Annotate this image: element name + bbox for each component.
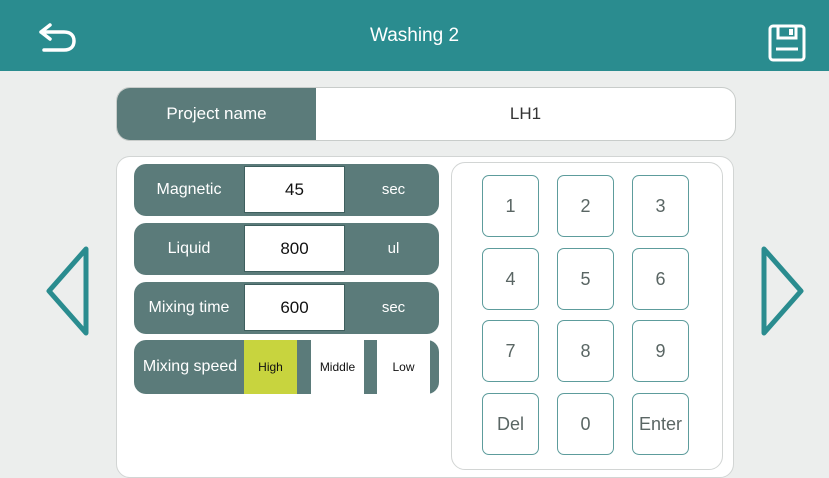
project-name-label: Project name xyxy=(117,88,316,140)
next-page-button[interactable] xyxy=(758,244,808,338)
key-4[interactable]: 4 xyxy=(482,248,539,310)
page-title: Washing 2 xyxy=(369,25,460,46)
chevron-right-icon xyxy=(761,246,804,336)
magnetic-row: Magnetic 45 sec xyxy=(134,164,439,216)
back-arrow-icon xyxy=(39,23,76,52)
mixing-time-label: Mixing time xyxy=(148,299,230,316)
speed-middle-button[interactable]: Middle xyxy=(311,340,364,394)
liquid-input[interactable]: 800 xyxy=(244,225,345,272)
previous-page-button[interactable] xyxy=(42,244,92,338)
speed-low-button[interactable]: Low xyxy=(377,340,430,394)
speed-high-button[interactable]: High xyxy=(244,340,297,394)
key-8[interactable]: 8 xyxy=(557,320,614,382)
key-9[interactable]: 9 xyxy=(632,320,689,382)
mixing-time-unit: sec xyxy=(381,299,406,316)
mixing-speed-row: Mixing speed High Middle Low xyxy=(134,340,439,394)
liquid-row: Liquid 800 ul xyxy=(134,223,439,275)
magnetic-label: Magnetic xyxy=(156,181,222,198)
liquid-unit: ul xyxy=(387,240,400,257)
back-button[interactable] xyxy=(38,23,84,53)
key-del[interactable]: Del xyxy=(482,393,539,455)
save-button[interactable] xyxy=(768,24,806,62)
magnetic-input[interactable]: 45 xyxy=(244,166,345,213)
mixing-time-row: Mixing time 600 sec xyxy=(134,282,439,334)
magnetic-unit: sec xyxy=(381,181,406,198)
save-icon xyxy=(768,24,806,62)
project-name-value[interactable]: LH1 xyxy=(316,88,735,140)
key-1[interactable]: 1 xyxy=(482,175,539,237)
mixing-speed-label: Mixing speed xyxy=(142,358,238,375)
key-2[interactable]: 2 xyxy=(557,175,614,237)
key-7[interactable]: 7 xyxy=(482,320,539,382)
key-enter[interactable]: Enter xyxy=(632,393,689,455)
key-3[interactable]: 3 xyxy=(632,175,689,237)
project-name-row: Project name LH1 xyxy=(116,87,736,141)
key-6[interactable]: 6 xyxy=(632,248,689,310)
key-5[interactable]: 5 xyxy=(557,248,614,310)
liquid-label: Liquid xyxy=(167,240,211,257)
chevron-left-icon xyxy=(46,246,89,336)
key-0[interactable]: 0 xyxy=(557,393,614,455)
mixing-time-input[interactable]: 600 xyxy=(244,284,345,331)
